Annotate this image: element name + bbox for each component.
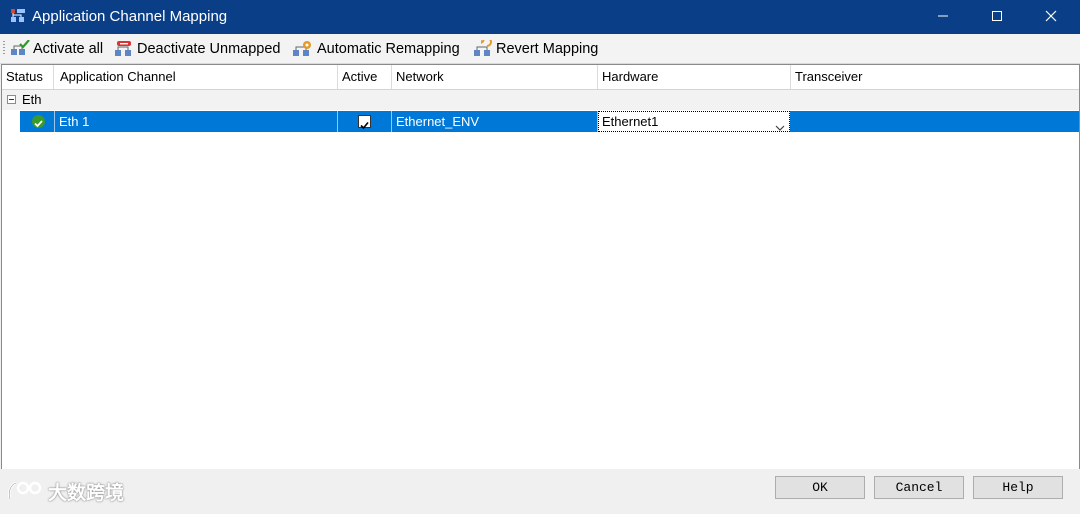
minimize-button[interactable] <box>920 0 966 34</box>
deactivate-unmapped-icon <box>115 40 131 56</box>
automatic-remapping-icon <box>293 40 311 56</box>
revert-mapping-label: Revert Mapping <box>496 40 599 57</box>
group-row-eth[interactable]: Eth <box>2 90 1079 110</box>
revert-mapping-icon <box>474 39 492 56</box>
table-row[interactable]: Eth 1 Ethernet_ENV Ethernet1 <box>20 111 1079 132</box>
hardware-dropdown-value: Ethernet1 <box>602 114 659 129</box>
hardware-cell[interactable]: Ethernet1 <box>598 111 791 132</box>
active-cell[interactable] <box>338 111 392 132</box>
channel-mapping-icon <box>10 8 26 24</box>
column-header-active[interactable]: Active <box>338 65 392 89</box>
column-header-application-channel[interactable]: Application Channel <box>56 65 338 89</box>
maximize-button[interactable] <box>974 0 1020 34</box>
column-header-hardware[interactable]: Hardware <box>598 65 791 89</box>
status-cell <box>20 111 55 132</box>
cancel-button[interactable]: Cancel <box>874 476 964 499</box>
watermark: 大数跨境 <box>6 478 124 505</box>
hardware-dropdown[interactable]: Ethernet1 <box>598 111 790 132</box>
toolbar: Activate all Deactivate Unmapped Automat… <box>0 34 1080 64</box>
revert-mapping-button[interactable]: Revert Mapping <box>473 38 598 59</box>
active-checkbox[interactable] <box>358 115 371 130</box>
deactivate-unmapped-button[interactable]: Deactivate Unmapped <box>114 38 280 59</box>
watermark-text: 大数跨境 <box>48 483 125 504</box>
column-header-status[interactable]: Status <box>2 65 54 89</box>
title-bar: Application Channel Mapping <box>0 0 1080 34</box>
grid-header: Status Application Channel Active Networ… <box>2 65 1079 90</box>
help-button[interactable]: Help <box>973 476 1063 499</box>
application-channel-cell[interactable]: Eth 1 <box>55 111 338 132</box>
chevron-down-icon <box>775 117 785 138</box>
minimize-icon <box>937 10 949 25</box>
channel-mapping-grid: Status Application Channel Active Networ… <box>1 64 1080 470</box>
column-header-network[interactable]: Network <box>392 65 598 89</box>
ok-button[interactable]: OK <box>775 476 865 499</box>
deactivate-unmapped-label: Deactivate Unmapped <box>137 40 281 57</box>
maximize-icon <box>991 10 1003 25</box>
group-label: Eth <box>22 92 42 107</box>
watermark-logo-icon <box>8 481 42 499</box>
column-header-transceiver[interactable]: Transceiver <box>791 65 1079 89</box>
network-cell[interactable]: Ethernet_ENV <box>392 111 598 132</box>
activate-all-icon <box>11 39 30 55</box>
close-button[interactable] <box>1028 0 1074 34</box>
collapse-icon[interactable] <box>7 95 16 104</box>
toolbar-grip[interactable] <box>3 41 5 55</box>
transceiver-cell[interactable] <box>791 111 1079 132</box>
status-ok-icon <box>32 115 45 128</box>
automatic-remapping-button[interactable]: Automatic Remapping <box>292 38 460 59</box>
activate-all-button[interactable]: Activate all <box>10 38 103 59</box>
close-icon <box>1045 10 1057 25</box>
activate-all-label: Activate all <box>33 40 104 57</box>
window-title: Application Channel Mapping <box>32 8 228 25</box>
automatic-remapping-label: Automatic Remapping <box>317 40 460 57</box>
